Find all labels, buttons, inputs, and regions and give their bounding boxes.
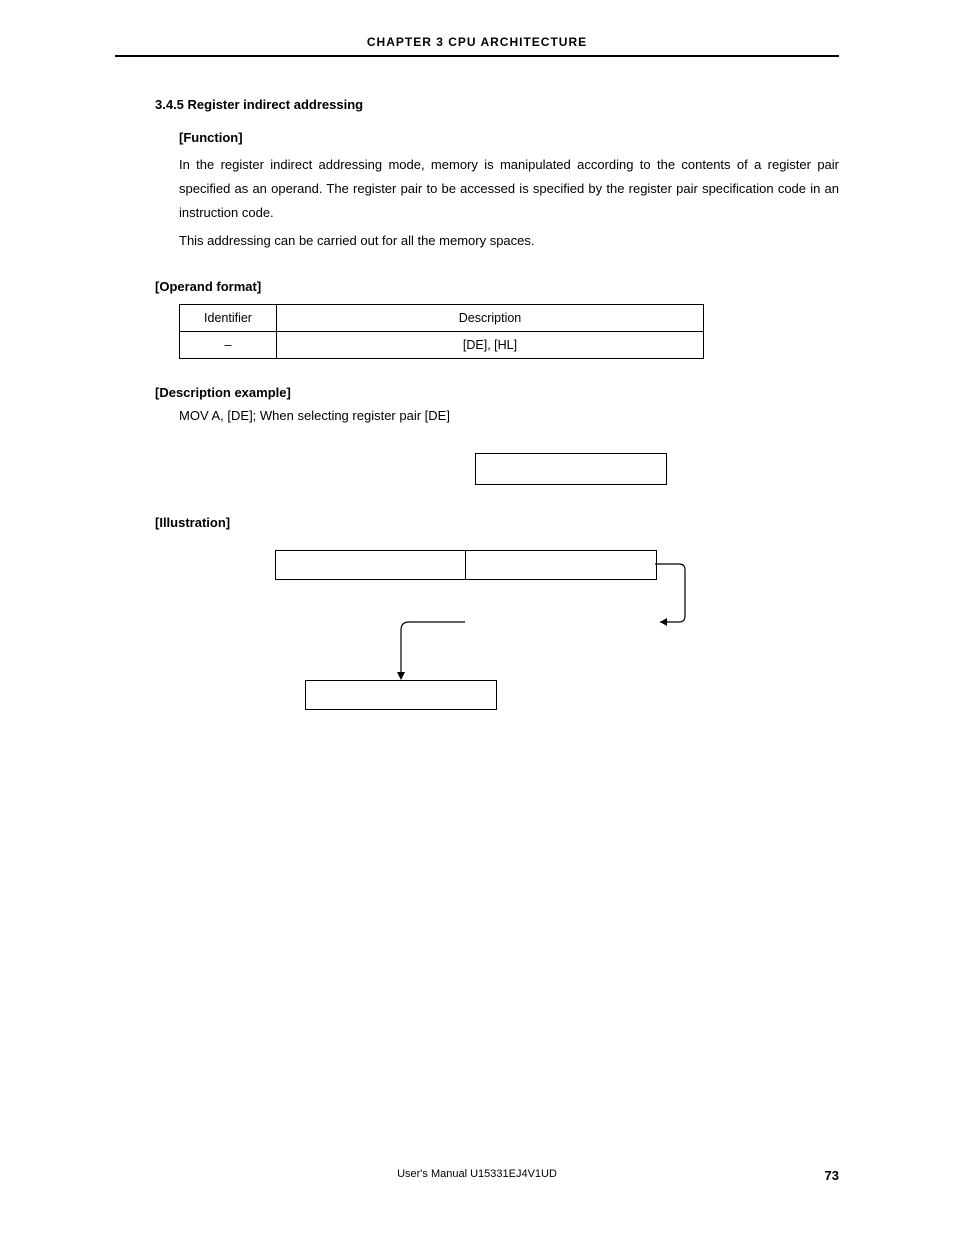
header-rule [115,55,839,57]
diagram-arrows [275,550,705,750]
desc-example-heading: [Description example] [155,385,839,400]
operand-row1-desc: [DE], [HL] [277,332,704,359]
empty-box [475,453,667,485]
chapter-header: CHAPTER 3 CPU ARCHITECTURE [115,35,839,55]
operand-col-identifier: Identifier [180,305,277,332]
function-para-2: This addressing can be carried out for a… [179,229,839,253]
section-title: 3.4.5 Register indirect addressing [155,97,839,112]
page-number: 73 [825,1168,839,1183]
operand-row1-id: – [180,332,277,359]
operand-table: Identifier Description – [DE], [HL] [179,304,704,359]
desc-example-text: MOV A, [DE]; When selecting register pai… [179,408,839,423]
operand-col-description: Description [277,305,704,332]
operand-heading: [Operand format] [155,279,839,294]
illustration-heading: [Illustration] [155,515,839,530]
function-para-1: In the register indirect addressing mode… [179,153,839,225]
illustration-diagram [275,550,705,750]
function-heading: [Function] [179,130,839,145]
footer-manual: User's Manual U15331EJ4V1UD [0,1168,954,1180]
